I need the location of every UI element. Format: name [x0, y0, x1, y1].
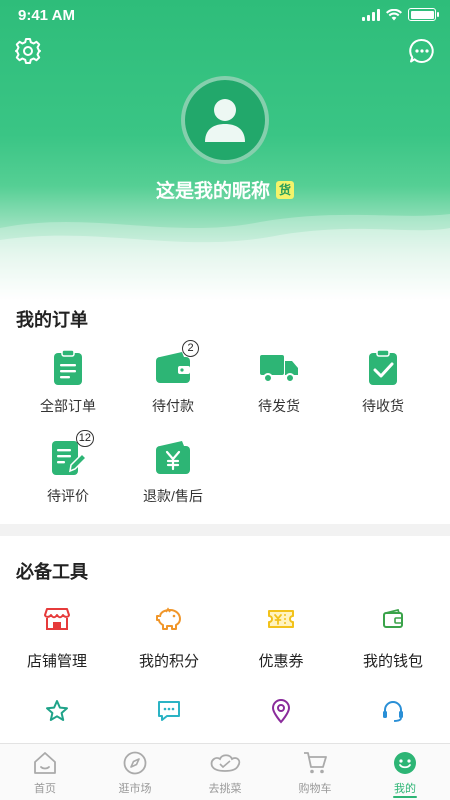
- tool-messages[interactable]: [114, 696, 224, 726]
- order-pending-payment[interactable]: 2 待付款: [118, 340, 228, 416]
- status-bar: 9:41 AM: [0, 0, 450, 30]
- compass-icon: [123, 751, 147, 775]
- order-all-label: 全部订单: [40, 398, 96, 414]
- tool-favorites[interactable]: [2, 696, 112, 726]
- pending-review-count: 12: [75, 430, 94, 447]
- order-refund-label: 退款/售后: [143, 488, 203, 504]
- tool-my-points[interactable]: 我的积分: [114, 604, 224, 671]
- order-pending-receipt-label: 待收货: [362, 398, 404, 414]
- nickname-row[interactable]: 这是我的昵称 货: [0, 176, 450, 203]
- tool-address[interactable]: [226, 696, 336, 726]
- wallet-outline-icon: [378, 604, 408, 634]
- tab-pick-vegetables[interactable]: 去挑菜: [180, 744, 270, 800]
- tab-mine[interactable]: 我的: [360, 744, 450, 800]
- tool-store-management[interactable]: 店铺管理: [2, 604, 112, 671]
- location-pin-icon: [266, 696, 296, 726]
- edit-document-icon: 12: [48, 430, 94, 478]
- tab-active-indicator: [393, 796, 417, 798]
- wifi-icon: [386, 8, 402, 20]
- refund-yen-icon: [153, 438, 193, 478]
- tool-coupons-label: 优惠券: [258, 653, 304, 670]
- order-pending-receipt[interactable]: 待收货: [328, 348, 438, 416]
- clipboard-check-icon: [363, 348, 403, 388]
- tab-cart-label: 购物车: [298, 783, 332, 795]
- tool-my-points-label: 我的积分: [138, 653, 199, 670]
- tool-my-wallet-label: 我的钱包: [362, 653, 423, 670]
- store-icon: [42, 604, 72, 634]
- tab-pick-vegetables-label: 去挑菜: [208, 783, 242, 795]
- message-icon: [154, 696, 184, 726]
- status-icons: [362, 8, 439, 21]
- tab-bar: 首页 逛市场 去挑菜 购物车 我的: [0, 743, 450, 800]
- tab-cart[interactable]: 购物车: [270, 744, 360, 800]
- truck-icon: [259, 348, 299, 388]
- profile-header: 9:41 AM 这是我的昵称 货: [0, 0, 450, 300]
- nickname: 这是我的昵称: [155, 181, 270, 202]
- cart-icon: [304, 752, 327, 774]
- pending-payment-count: 2: [182, 340, 199, 357]
- home-icon: [34, 752, 56, 774]
- tool-my-wallet[interactable]: 我的钱包: [338, 604, 448, 671]
- status-time: 9:41 AM: [18, 7, 75, 24]
- section-divider: [0, 524, 450, 536]
- order-pending-shipment-label: 待发货: [258, 398, 300, 414]
- user-icon: [205, 99, 245, 142]
- avatar[interactable]: [181, 76, 269, 164]
- merchant-badge: 货: [276, 180, 295, 199]
- clipboard-list-icon: [48, 348, 88, 388]
- vegetable-icon: [210, 754, 241, 772]
- battery-icon: [408, 8, 439, 21]
- tab-mine-label: 我的: [394, 783, 416, 795]
- tab-market-label: 逛市场: [118, 783, 152, 795]
- gear-icon: [15, 38, 41, 64]
- tool-customer-service[interactable]: [338, 696, 448, 726]
- header-wave: [0, 214, 450, 300]
- order-pending-shipment[interactable]: 待发货: [224, 348, 334, 416]
- wallet-icon: 2: [153, 340, 199, 388]
- order-all[interactable]: 全部订单: [13, 348, 123, 416]
- settings-button[interactable]: [14, 37, 42, 65]
- tools-title: 必备工具: [16, 562, 88, 582]
- coupon-icon: [266, 604, 296, 634]
- orders-title: 我的订单: [16, 310, 88, 330]
- tool-coupons[interactable]: 优惠券: [226, 604, 336, 671]
- tab-market[interactable]: 逛市场: [90, 744, 180, 800]
- headset-icon: [378, 696, 408, 726]
- order-pending-payment-label: 待付款: [152, 398, 194, 414]
- signal-icon: [362, 8, 380, 21]
- tab-home-label: 首页: [34, 783, 56, 795]
- tool-store-management-label: 店铺管理: [26, 653, 87, 670]
- order-pending-review-label: 待评价: [47, 488, 89, 504]
- tab-home[interactable]: 首页: [0, 744, 90, 800]
- order-pending-review[interactable]: 12 待评价: [13, 430, 123, 506]
- piggy-bank-icon: [154, 604, 184, 634]
- order-refund[interactable]: 退款/售后: [118, 438, 228, 506]
- chat-bubble-icon: [409, 38, 434, 63]
- smiley-icon: [394, 752, 416, 774]
- star-icon: [42, 696, 72, 726]
- messages-button[interactable]: [408, 37, 436, 65]
